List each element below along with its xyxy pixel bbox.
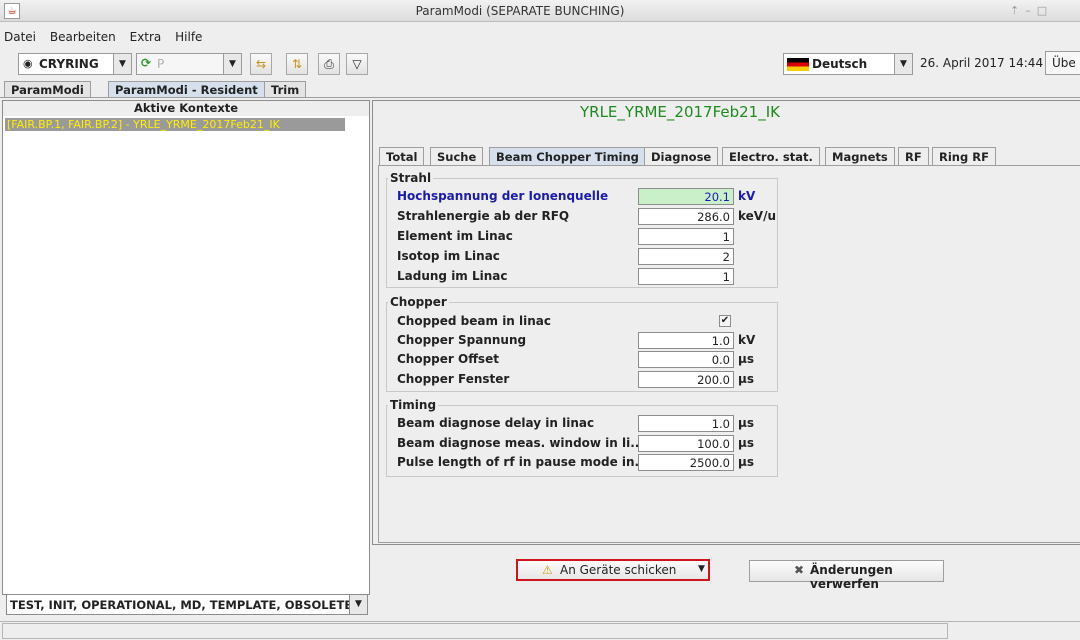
diag-delay-input[interactable]: 1.0 (638, 415, 734, 432)
tab-ring-rf[interactable]: Ring RF (932, 147, 996, 165)
pulse-length-input[interactable]: 2500.0 (638, 454, 734, 471)
chopper-offset-unit: µs (738, 352, 754, 366)
language-value: Deutsch (812, 57, 868, 71)
tab-parammodi[interactable]: ParamModi (4, 81, 91, 97)
status-message (2, 623, 948, 639)
tab-trim[interactable]: Trim (264, 81, 307, 97)
hochspannung-unit: kV (738, 189, 756, 203)
hochspannung-input[interactable]: 20.1 (638, 188, 734, 205)
tab-rf[interactable]: RF (898, 147, 929, 165)
minimize-icon[interactable]: – (1025, 4, 1037, 17)
field-label-chopper-fenster: Chopper Fenster (397, 372, 510, 386)
radio-on-icon: ◉ (23, 57, 33, 70)
field-label-chopped-beam: Chopped beam in linac (397, 314, 552, 328)
tab-diagnose[interactable]: Diagnose (644, 147, 719, 165)
context-list-panel[interactable]: Aktive Kontexte [FAIR.BP.1, FAIR.BP.2] -… (2, 100, 370, 595)
chevron-down-icon[interactable]: ▼ (894, 54, 912, 74)
tab-total[interactable]: Total (379, 147, 425, 165)
field-label-diag-window: Beam diagnose meas. window in li... (397, 436, 644, 450)
chevron-down-icon[interactable]: ▼ (698, 564, 705, 574)
tab-magnets[interactable]: Magnets (825, 147, 895, 165)
context-filter-value: TEST, INIT, OPERATIONAL, MD, TEMPLATE, O… (10, 598, 353, 612)
field-label-chopper-spannung: Chopper Spannung (397, 333, 527, 347)
context-filter-select[interactable]: TEST, INIT, OPERATIONAL, MD, TEMPLATE, O… (6, 594, 368, 615)
menu-datei[interactable]: Datei (4, 30, 36, 44)
load-icon: ⇆ (255, 57, 267, 71)
field-label-pulse-length: Pulse length of rf in pause mode in... (397, 455, 649, 469)
filter-button[interactable]: ▽ (346, 53, 368, 75)
particle-value: P (157, 57, 165, 71)
isotop-input[interactable]: 2 (638, 248, 734, 265)
chopped-beam-checkbox[interactable]: ✔ (719, 315, 731, 327)
sync-icon: ⇅ (291, 57, 303, 71)
context-title: YRLE_YRME_2017Feb21_IK (579, 103, 780, 121)
chopper-group-title: Chopper (388, 295, 449, 309)
strahlenergie-input[interactable]: 286.0 (638, 208, 734, 225)
maximize-icon[interactable]: □ (1037, 4, 1053, 17)
chopper-offset-input[interactable]: 0.0 (638, 351, 734, 368)
warning-icon: ⚠ (542, 563, 553, 577)
timing-group-title: Timing (388, 398, 439, 412)
tab-divider (0, 97, 1080, 98)
tab-beam-chopper-timing[interactable]: Beam Chopper Timing (489, 147, 646, 165)
tab-parammodi-resident[interactable]: ParamModi - Resident (108, 81, 265, 97)
sync-button[interactable]: ⇅ (286, 53, 308, 75)
menu-extra[interactable]: Extra (130, 30, 162, 44)
printer-icon: ⎙ (324, 57, 334, 71)
window-title: ParamModi (SEPARATE BUNCHING) (415, 4, 625, 18)
datetime-label: 26. April 2017 14:44 (920, 56, 1044, 70)
ladung-input[interactable]: 1 (638, 268, 734, 285)
mode-button[interactable]: Übe (1045, 51, 1080, 75)
refresh-green-icon: ⟳ (141, 56, 152, 70)
accelerator-value: CRYRING (39, 57, 99, 71)
diag-window-input[interactable]: 100.0 (638, 435, 734, 452)
field-label-isotop: Isotop im Linac (397, 249, 500, 263)
shade-icon[interactable]: ⇡ (1010, 4, 1025, 17)
german-flag-icon (787, 58, 809, 71)
menu-bar: Datei Bearbeiten Extra Hilfe (0, 30, 208, 48)
discard-button-label: Änderungen verwerfen (810, 563, 893, 591)
close-icon: ✖ (794, 563, 805, 577)
chevron-down-icon[interactable]: ▼ (113, 54, 131, 74)
send-button-label: An Geräte schicken (560, 563, 677, 577)
chopper-spannung-input[interactable]: 1.0 (638, 332, 734, 349)
filter-icon: ▽ (352, 57, 362, 71)
context-list-header: Aktive Kontexte (3, 101, 369, 116)
chopper-fenster-input[interactable]: 200.0 (638, 371, 734, 388)
tab-electro-stat[interactable]: Electro. stat. (722, 147, 820, 165)
field-label-element: Element im Linac (397, 229, 513, 243)
chopper-fenster-unit: µs (738, 372, 754, 386)
window-controls[interactable]: ⇡–□ (1010, 4, 1053, 17)
menu-bearbeiten[interactable]: Bearbeiten (50, 30, 116, 44)
chevron-down-icon[interactable]: ▼ (349, 595, 367, 614)
menu-hilfe[interactable]: Hilfe (175, 30, 202, 44)
load-button[interactable]: ⇆ (250, 53, 272, 75)
field-label-hochspannung: Hochspannung der Ionenquelle (397, 189, 609, 203)
diag-delay-unit: µs (738, 416, 754, 430)
language-select[interactable]: Deutsch ▼ (783, 53, 913, 75)
chevron-down-icon[interactable]: ▼ (223, 54, 241, 74)
element-input[interactable]: 1 (638, 228, 734, 245)
chopper-spannung-unit: kV (738, 333, 756, 347)
particle-select[interactable]: ⟳ P ▼ (136, 53, 242, 75)
discard-changes-button[interactable]: ✖ Änderungen verwerfen (749, 560, 944, 591)
strahl-group-title: Strahl (388, 171, 434, 185)
send-to-devices-button[interactable]: ⚠ An Geräte schicken ▼ (516, 559, 710, 581)
context-list-item[interactable]: [FAIR.BP.1, FAIR.BP.2] - YRLE_YRME_2017F… (5, 118, 345, 131)
field-label-diag-delay: Beam diagnose delay in linac (397, 416, 595, 430)
field-label-strahlenergie: Strahlenergie ab der RFQ (397, 209, 570, 223)
accelerator-select[interactable]: ◉ CRYRING ▼ (18, 53, 132, 75)
field-label-chopper-offset: Chopper Offset (397, 352, 499, 366)
tab-suche[interactable]: Suche (430, 147, 484, 165)
print-button[interactable]: ⎙ (318, 53, 340, 75)
pulse-length-unit: µs (738, 455, 754, 469)
strahlenergie-unit: keV/u (738, 209, 777, 223)
diag-window-unit: µs (738, 436, 754, 450)
field-label-ladung: Ladung im Linac (397, 269, 508, 283)
checkmark-icon: ✔ (720, 315, 730, 326)
